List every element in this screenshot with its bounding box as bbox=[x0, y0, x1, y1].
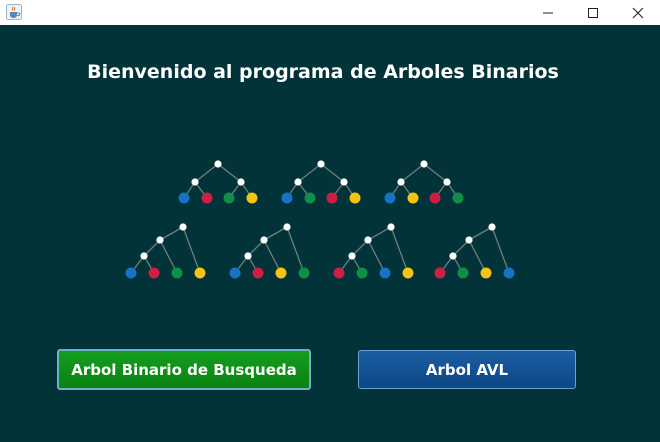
leaf-node bbox=[229, 267, 241, 279]
leaf-node bbox=[252, 267, 264, 279]
tree-edge bbox=[367, 226, 392, 241]
tree-edge bbox=[390, 226, 409, 274]
leaf-node bbox=[201, 192, 213, 204]
inner-node bbox=[260, 236, 268, 244]
leaf-node bbox=[452, 192, 464, 204]
tree-edge bbox=[468, 226, 493, 241]
inner-node bbox=[443, 178, 451, 186]
leaf-node bbox=[379, 267, 391, 279]
main-panel: Bienvenido al programa de Arboles Binari… bbox=[0, 25, 660, 442]
leaf-node bbox=[480, 267, 492, 279]
inner-node bbox=[156, 236, 164, 244]
avl-button[interactable]: Arbol AVL bbox=[358, 350, 576, 389]
tree-edge bbox=[423, 163, 448, 183]
tree-edge bbox=[263, 239, 282, 274]
inner-node bbox=[191, 178, 199, 186]
leaf-node bbox=[429, 192, 441, 204]
leaf-node bbox=[349, 192, 361, 204]
inner-node bbox=[397, 178, 405, 186]
tree-edge bbox=[286, 226, 305, 274]
inner-node bbox=[340, 178, 348, 186]
tree-edge bbox=[263, 226, 288, 241]
leaf-node bbox=[125, 267, 137, 279]
root-node bbox=[317, 160, 325, 168]
close-icon bbox=[632, 7, 644, 19]
inner-node bbox=[449, 252, 457, 260]
leaf-node bbox=[275, 267, 287, 279]
leaf-node bbox=[223, 192, 235, 204]
inner-node bbox=[294, 178, 302, 186]
tree-edge bbox=[182, 226, 201, 274]
leaf-node bbox=[171, 267, 183, 279]
inner-node bbox=[237, 178, 245, 186]
leaf-node bbox=[194, 267, 206, 279]
leaf-node bbox=[407, 192, 419, 204]
root-node bbox=[214, 160, 222, 168]
inner-node bbox=[364, 236, 372, 244]
maximize-icon bbox=[587, 7, 599, 19]
root-node bbox=[488, 223, 496, 231]
leaf-node bbox=[148, 267, 160, 279]
minimize-button[interactable] bbox=[525, 0, 571, 25]
leaf-node bbox=[384, 192, 396, 204]
inner-node bbox=[465, 236, 473, 244]
leaf-node bbox=[457, 267, 469, 279]
maximize-button[interactable] bbox=[570, 0, 616, 25]
leaf-node bbox=[298, 267, 310, 279]
tree-edge bbox=[367, 239, 386, 274]
inner-node bbox=[244, 252, 252, 260]
title-bar bbox=[0, 0, 660, 25]
leaf-node bbox=[356, 267, 368, 279]
java-cup-icon bbox=[6, 4, 22, 20]
tree-edge bbox=[320, 163, 345, 183]
root-node bbox=[420, 160, 428, 168]
tree-edge bbox=[297, 163, 322, 183]
leaf-node bbox=[434, 267, 446, 279]
tree-edge bbox=[217, 163, 242, 183]
tree-edge bbox=[159, 239, 178, 274]
tree-edge bbox=[400, 163, 425, 183]
leaf-node bbox=[304, 192, 316, 204]
leaf-node bbox=[503, 267, 515, 279]
leaf-node bbox=[246, 192, 258, 204]
tree-edge bbox=[468, 239, 487, 274]
root-node bbox=[387, 223, 395, 231]
tree-edge bbox=[491, 226, 510, 274]
tree-edge bbox=[194, 163, 219, 183]
leaf-node bbox=[281, 192, 293, 204]
leaf-node bbox=[178, 192, 190, 204]
bst-button[interactable]: Arbol Binario de Busqueda bbox=[57, 349, 311, 390]
minimize-icon bbox=[542, 7, 554, 19]
inner-node bbox=[140, 252, 148, 260]
root-node bbox=[283, 223, 291, 231]
root-node bbox=[179, 223, 187, 231]
leaf-node bbox=[333, 267, 345, 279]
tree-edge bbox=[159, 226, 184, 241]
close-button[interactable] bbox=[615, 0, 660, 25]
leaf-node bbox=[402, 267, 414, 279]
leaf-node bbox=[326, 192, 338, 204]
inner-node bbox=[348, 252, 356, 260]
